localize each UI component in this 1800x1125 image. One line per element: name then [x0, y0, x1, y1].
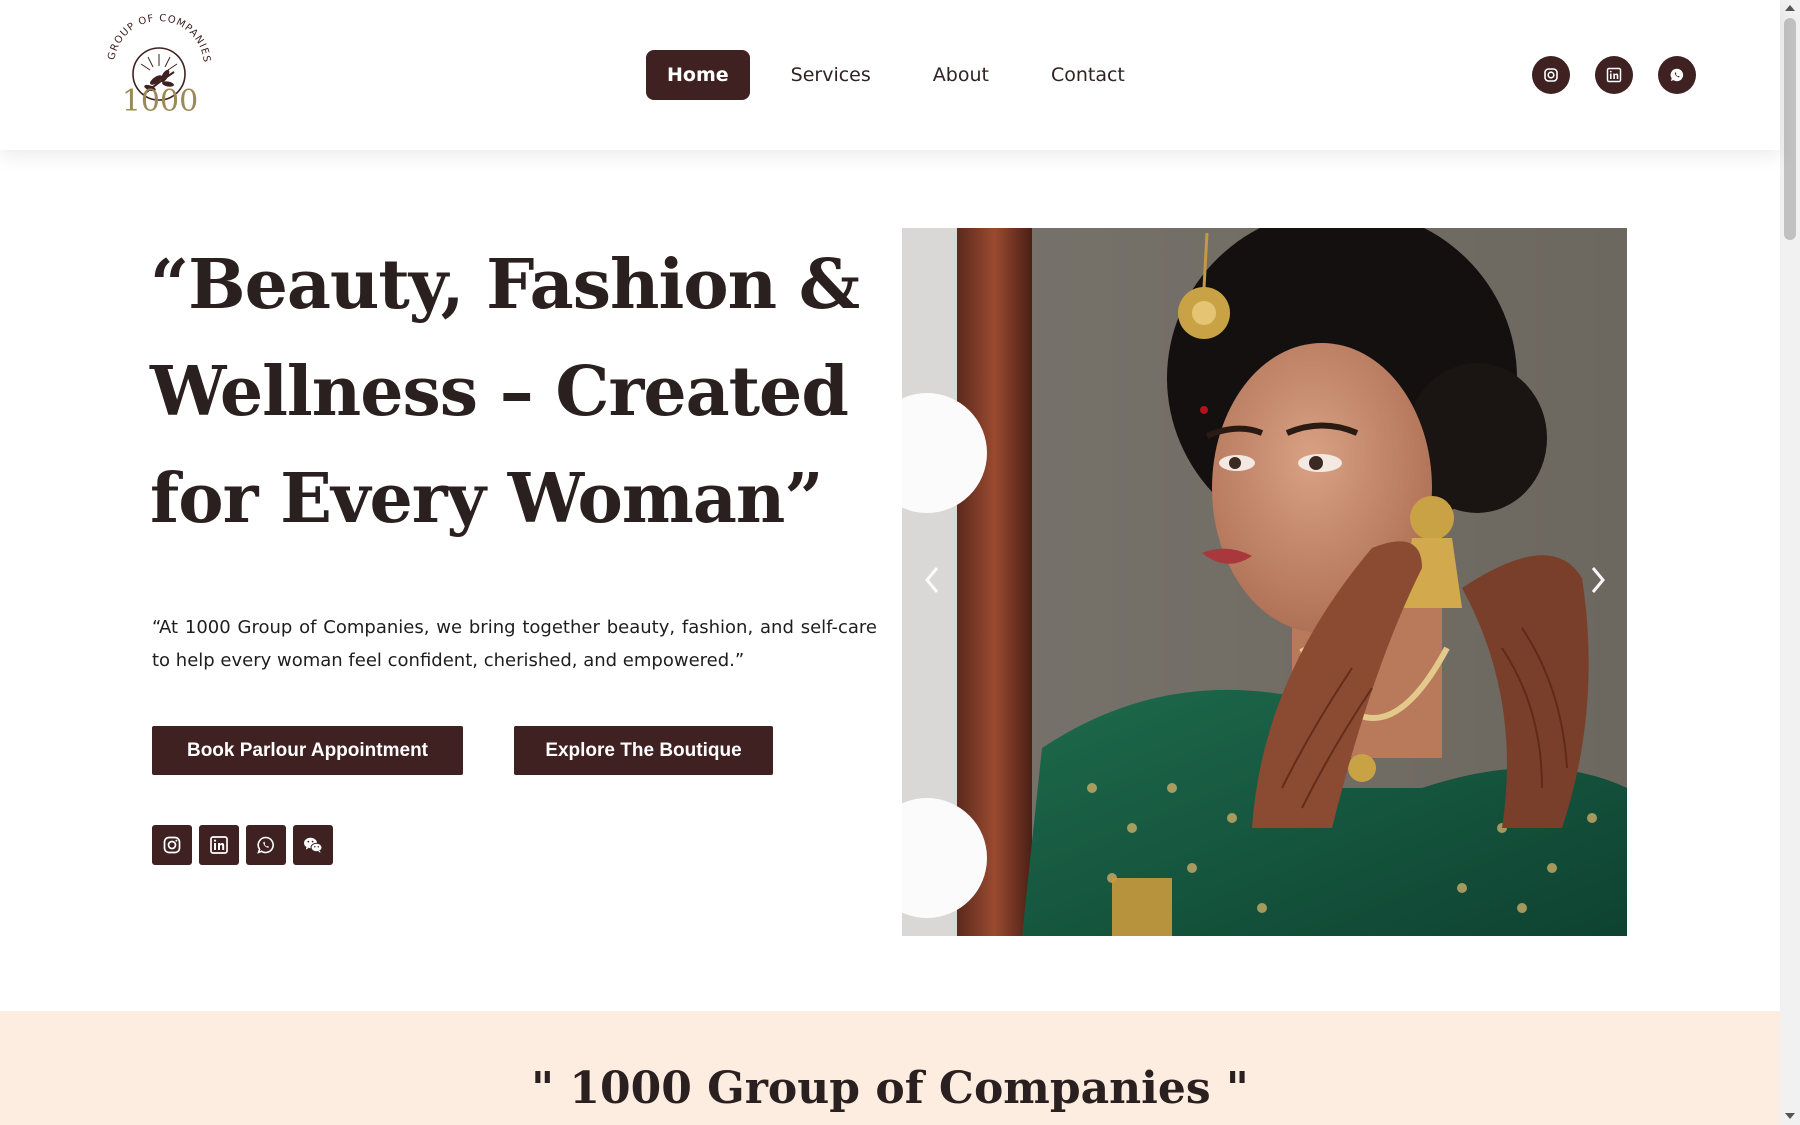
scroll-thumb[interactable] — [1784, 18, 1796, 240]
book-parlour-appointment-button[interactable]: Book Parlour Appointment — [152, 726, 463, 775]
hero-description: “At 1000 Group of Companies, we bring to… — [152, 617, 877, 671]
page-scrollbar[interactable] — [1780, 0, 1800, 1125]
scroll-down-arrow-icon[interactable] — [1785, 1113, 1795, 1119]
bride-portrait-image — [902, 228, 1627, 936]
hero-social-links — [152, 825, 340, 865]
hero-title: “Beauty, Fashion & Wellness – Created fo… — [150, 245, 860, 539]
nav-services[interactable]: Services — [770, 50, 892, 100]
instagram-icon — [163, 836, 181, 854]
wechat-icon — [304, 837, 323, 853]
header-social-links — [1532, 56, 1721, 94]
instagram-icon — [1544, 68, 1558, 82]
section-title: " 1000 Group of Companies " — [531, 1063, 1249, 1114]
site-header: GROUP OF COMPANIES 1000 Home Services Ab… — [0, 0, 1780, 150]
slider-prev-button[interactable] — [917, 560, 947, 600]
chevron-left-icon — [925, 567, 939, 593]
hero-linkedin-button[interactable] — [199, 825, 239, 865]
hero-wechat-button[interactable] — [293, 825, 333, 865]
main-nav: Home Services About Contact — [646, 50, 1166, 100]
about-section: " 1000 Group of Companies " — [0, 1011, 1780, 1125]
whatsapp-icon — [257, 836, 274, 854]
header-instagram-button[interactable] — [1532, 56, 1570, 94]
nav-contact[interactable]: Contact — [1030, 50, 1146, 100]
company-logo[interactable]: GROUP OF COMPANIES 1000 — [104, 13, 214, 120]
nav-home[interactable]: Home — [646, 50, 750, 100]
linkedin-icon — [210, 836, 228, 854]
slider-next-button[interactable] — [1583, 560, 1613, 600]
chevron-right-icon — [1591, 567, 1605, 593]
hero-whatsapp-button[interactable] — [246, 825, 286, 865]
header-whatsapp-button[interactable] — [1658, 56, 1696, 94]
hero-image-slider[interactable] — [902, 228, 1627, 936]
nav-about[interactable]: About — [912, 50, 1010, 100]
logo-number: 1000 — [121, 84, 199, 119]
linkedin-icon — [1606, 67, 1622, 83]
header-linkedin-button[interactable] — [1595, 56, 1633, 94]
explore-boutique-button[interactable]: Explore The Boutique — [514, 726, 773, 775]
scroll-up-arrow-icon[interactable] — [1785, 5, 1795, 11]
hero-instagram-button[interactable] — [152, 825, 192, 865]
whatsapp-icon — [1670, 68, 1684, 82]
